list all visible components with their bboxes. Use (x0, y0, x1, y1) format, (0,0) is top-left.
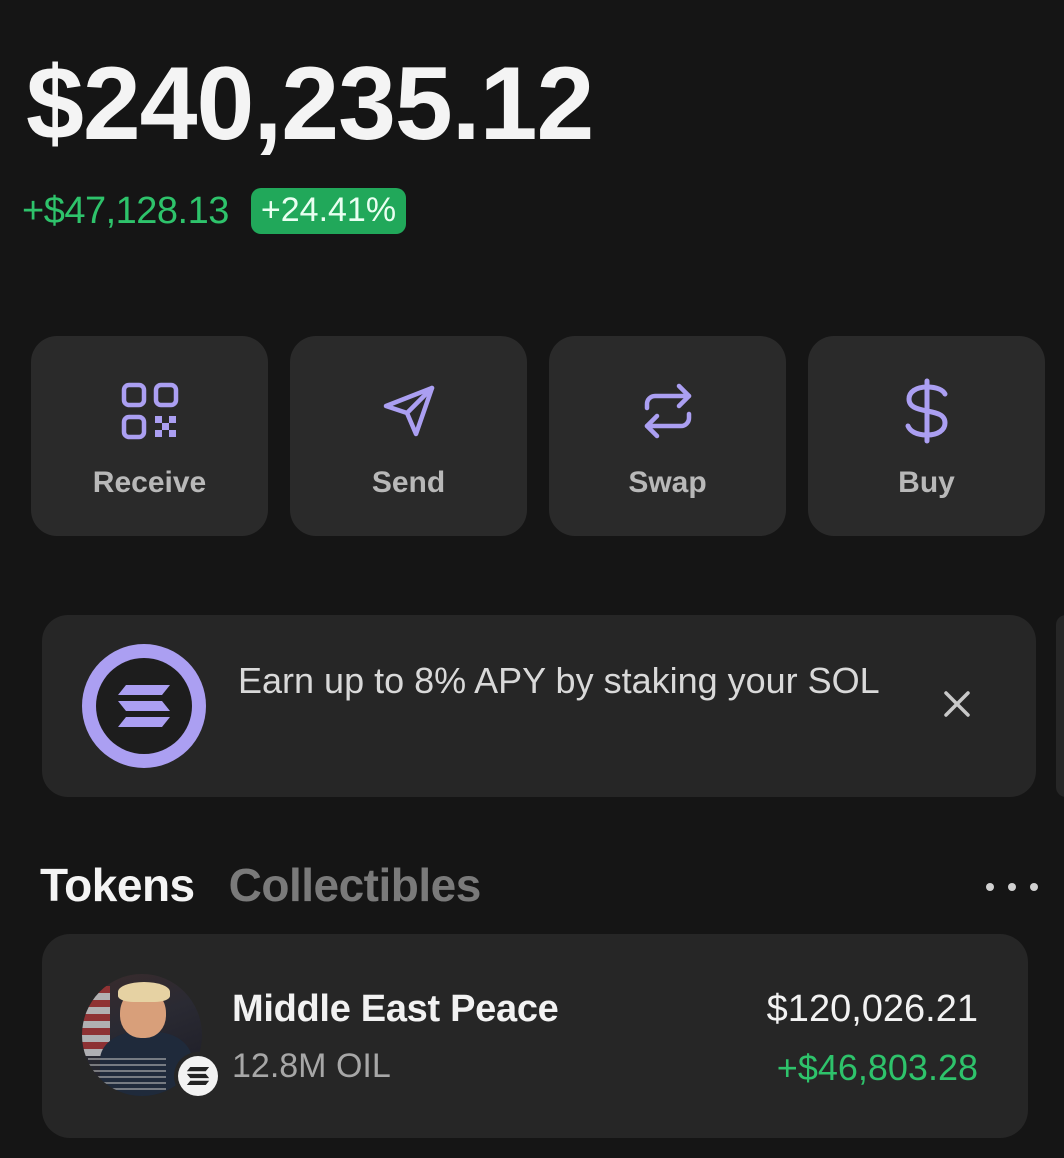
send-label: Send (371, 466, 446, 499)
staking-promo-banner[interactable]: Earn up to 8% APY by staking your SOL (42, 615, 1036, 797)
next-promo-card-peek[interactable] (1056, 615, 1064, 797)
receive-button[interactable]: Receive (31, 336, 268, 536)
tab-tokens[interactable]: Tokens (40, 858, 195, 912)
balance-change-amount: +$47,128.13 (22, 189, 229, 232)
token-amount: 12.8M OIL (232, 1047, 391, 1085)
receive-label: Receive (92, 466, 207, 499)
close-icon[interactable] (940, 687, 974, 721)
asset-tabs: Tokens Collectibles (40, 858, 481, 912)
token-row[interactable]: Middle East Peace 12.8M OIL $120,026.21 … (42, 934, 1028, 1138)
tab-collectibles[interactable]: Collectibles (229, 858, 482, 912)
solana-logo-icon (82, 644, 206, 768)
solana-chain-badge-icon (174, 1052, 222, 1100)
total-balance: $240,235.12 (26, 46, 594, 162)
buy-button[interactable]: Buy (808, 336, 1045, 536)
promo-text: Earn up to 8% APY by staking your SOL (238, 660, 880, 701)
token-value: $120,026.21 (766, 988, 978, 1030)
qr-code-icon (117, 378, 183, 444)
swap-label: Swap (628, 466, 707, 499)
dollar-icon (894, 378, 960, 444)
buy-label: Buy (898, 466, 955, 499)
send-icon (376, 378, 442, 444)
action-buttons: Receive Send Swap Buy (31, 336, 1045, 536)
balance-change-percent-badge: +24.41% (250, 188, 407, 234)
more-icon[interactable] (986, 872, 1038, 902)
swap-button[interactable]: Swap (549, 336, 786, 536)
send-button[interactable]: Send (290, 336, 527, 536)
token-name: Middle East Peace (232, 988, 559, 1030)
swap-icon (635, 378, 701, 444)
balance-change-row: +$47,128.13 +24.41% (22, 185, 407, 237)
token-change: +$46,803.28 (776, 1047, 978, 1088)
